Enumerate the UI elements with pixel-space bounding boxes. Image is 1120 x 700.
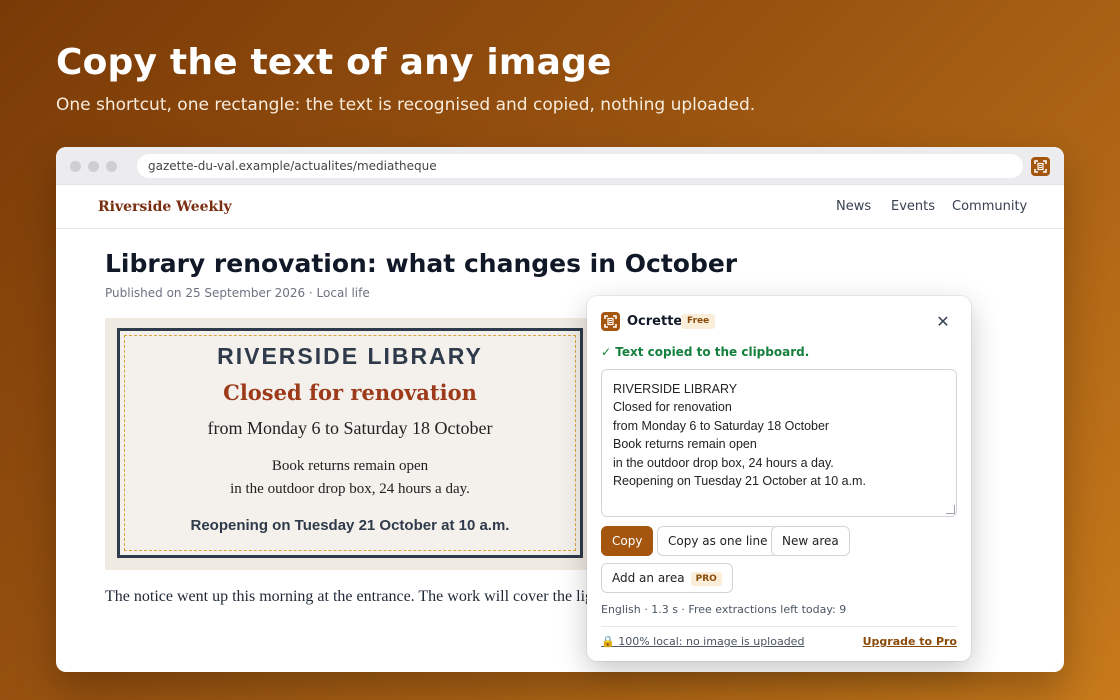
nav-news[interactable]: News: [836, 199, 871, 214]
ocr-popup: Ocrette Free ✕ ✓ Text copied to the clip…: [587, 296, 971, 661]
notice-line-dropbox: in the outdoor drop box, 24 hours a day.: [230, 481, 470, 497]
window-minimize-dot[interactable]: [88, 161, 99, 172]
notice-dashed-frame: RIVERSIDE LIBRARY Closed for renovation …: [124, 335, 576, 551]
lock-icon: 🔒: [601, 635, 615, 648]
address-bar[interactable]: gazette-du-val.example/actualites/mediat…: [137, 154, 1023, 178]
window-maximize-dot[interactable]: [106, 161, 117, 172]
nav-events[interactable]: Events: [891, 199, 935, 214]
ocr-extension-icon[interactable]: [1031, 157, 1050, 176]
new-area-button[interactable]: New area: [771, 526, 850, 556]
popup-divider: [601, 626, 957, 627]
copy-button[interactable]: Copy: [601, 526, 654, 556]
close-icon[interactable]: ✕: [935, 314, 951, 330]
app-name: Ocrette: [627, 314, 683, 329]
extraction-info: English · 1.3 s · Free extractions left …: [601, 603, 847, 616]
hero-title: Copy the text of any image: [56, 42, 612, 83]
notice-line-dates: from Monday 6 to Saturday 18 October: [207, 418, 493, 438]
site-logo[interactable]: Riverside Weekly: [98, 199, 232, 215]
pro-badge: PRO: [690, 572, 722, 586]
site-header: Riverside Weekly News Events Community: [56, 185, 1064, 229]
browser-toolbar: gazette-du-val.example/actualites/mediat…: [56, 147, 1064, 185]
nav-community[interactable]: Community: [952, 199, 1027, 214]
upgrade-link[interactable]: Upgrade to Pro: [863, 635, 957, 648]
notice-line-reopening: Reopening on Tuesday 21 October at 10 a.…: [190, 517, 510, 534]
add-area-button[interactable]: Add an area PRO: [601, 563, 733, 593]
article-meta: Published on 25 September 2026 · Local l…: [105, 286, 370, 300]
extracted-text-area[interactable]: [601, 369, 957, 517]
copy-one-line-button[interactable]: Copy as one line: [657, 526, 779, 556]
window-close-dot[interactable]: [70, 161, 81, 172]
hero-subtitle: One shortcut, one rectangle: the text is…: [56, 95, 756, 115]
resize-handle-icon[interactable]: [946, 505, 955, 514]
local-note-text: 100% local: no image is uploaded: [618, 635, 805, 648]
local-privacy-note[interactable]: 🔒 100% local: no image is uploaded: [601, 635, 804, 648]
copy-status: ✓ Text copied to the clipboard.: [601, 345, 810, 359]
notice-line-library: RIVERSIDE LIBRARY: [217, 343, 483, 369]
notice-board: RIVERSIDE LIBRARY Closed for renovation …: [117, 328, 583, 558]
add-area-label: Add an area: [612, 571, 685, 585]
notice-line-returns: Book returns remain open: [271, 458, 429, 474]
ocrette-logo-icon: [601, 312, 620, 331]
plan-badge: Free: [681, 314, 716, 329]
notice-line-closed: Closed for renovation: [223, 380, 477, 405]
article-title: Library renovation: what changes in Octo…: [105, 249, 738, 278]
notice-image: RIVERSIDE LIBRARY Closed for renovation …: [105, 318, 590, 570]
